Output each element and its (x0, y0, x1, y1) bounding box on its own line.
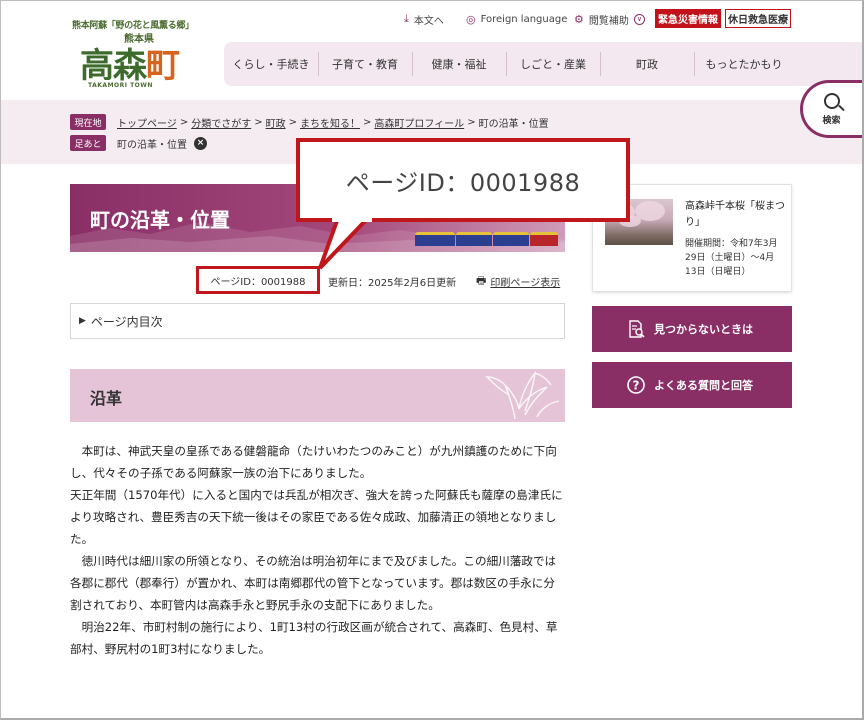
train-car (456, 232, 492, 246)
gear-icon: ⚙ (574, 12, 584, 26)
paragraph-1-text: 本町は、神武天皇の皇孫である健磐龍命（たけいわたつのみこと）が九州鎮護のために下… (70, 444, 557, 480)
triangle-right-icon: ▶ (79, 316, 86, 326)
close-icon[interactable]: × (194, 136, 207, 150)
paragraph-2: 天正年間（1570年代）に入ると国内では兵乱が相次ぎ、強大を誇った阿蘇氏も薩摩の… (70, 488, 563, 546)
not-found-button[interactable]: 見つからないときは (592, 306, 792, 352)
breadcrumb: トップページ > 分類でさがす > 町政 > まちを知る！ > 高森町プロフィール > 町… (117, 114, 549, 130)
breadcrumb-separator: > (288, 116, 297, 128)
not-found-label: 見つからないときは (654, 323, 753, 336)
footprint-item[interactable]: 町の沿革・位置 (117, 136, 187, 151)
section-heading-text: 沿革 (90, 389, 123, 408)
callout-pointer (318, 216, 372, 270)
gnav-item-shigoto[interactable]: しごと・産業 (506, 42, 600, 86)
gnav-item-kurashi[interactable]: くらし・手続き (224, 42, 318, 86)
breadcrumb-item-chosei[interactable]: 町政 (266, 115, 286, 130)
breadcrumb-item-machi[interactable]: まちを知る！ (300, 115, 360, 130)
page-id-callout: ページID：0001988 (296, 138, 630, 222)
global-nav: くらし・手続き 子育て・教育 健康・福祉 しごと・産業 町政 もっとたかもり (224, 42, 864, 86)
current-location-tag: 現在地 (70, 114, 106, 130)
search-icon (823, 92, 840, 109)
document-search-icon (629, 320, 645, 338)
page-title: 町の沿革・位置 (90, 208, 230, 232)
globe-icon: ◎ (466, 12, 476, 26)
chevron-down-icon: ∨ (633, 13, 645, 25)
question-icon: ? (627, 376, 645, 394)
train-illustration (415, 232, 565, 248)
page-toc-label: ページ内目次 (90, 314, 163, 329)
logo-romaji: TAKAMORI TOWN (88, 82, 153, 89)
train-car (415, 232, 455, 246)
gnav-item-motto[interactable]: もっとたかもり (694, 42, 794, 86)
breadcrumb-separator: > (254, 116, 263, 128)
printer-icon: 🖶 (476, 273, 487, 287)
print-page-label: 印刷ページ表示 (490, 277, 561, 289)
logo-name-part2: 町 (146, 46, 180, 86)
foreign-language-label: Foreign language (480, 13, 568, 25)
gnav-item-kenko[interactable]: 健康・福祉 (412, 42, 506, 86)
faq-label: よくある質問と回答 (654, 379, 753, 392)
updated-date: 更新日：2025年2月6日更新 (328, 277, 457, 289)
logo-name-part1: 高森 (80, 46, 147, 86)
gnav-item-chosei[interactable]: 町政 (600, 42, 694, 86)
holiday-emergency-button[interactable]: 休日救急医療 (725, 9, 791, 28)
breadcrumb-item-category[interactable]: 分類でさがす (191, 115, 251, 130)
paragraph-3-text: 徳川時代は細川家の所領となり、その統治は明治初年にまで及びました。この細川藩政で… (70, 554, 557, 612)
paragraph-1: 本町は、神武天皇の皇孫である健磐龍命（たけいわたつのみこと）が九州鎮護のために下… (70, 440, 565, 484)
gnav-item-kosodate[interactable]: 子育て・教育 (318, 42, 412, 86)
page-id-highlighted: ページID：0001988 (196, 266, 320, 294)
paragraph-4-text: 明治22年、市町村制の施行により、1町13村の行政区画が統合されて、高森町、色見… (70, 620, 558, 656)
foreign-language-link[interactable]: ◎ Foreign language (466, 10, 567, 28)
page-toc-toggle[interactable]: ▶ ページ内目次 (70, 303, 565, 339)
footprint-history: 町の沿革・位置 × (117, 135, 207, 151)
event-title: 高森峠千本桜「桜まつり」 (685, 201, 785, 228)
paragraph-4: 明治22年、市町村制の施行により、1町13村の行政区画が統合されて、高森町、色見… (70, 616, 565, 660)
train-car (493, 232, 529, 246)
skip-to-content-label: 本文へ (413, 15, 444, 27)
breadcrumb-separator: > (179, 116, 189, 128)
article-body: 本町は、神武天皇の皇孫である健磐龍命（たけいわたつのみこと）が九州鎮護のために下… (70, 440, 565, 660)
lily-icon (485, 370, 560, 420)
search-label: 検索 (822, 115, 841, 126)
search-button[interactable]: 検索 (800, 80, 864, 138)
faq-button[interactable]: ? よくある質問と回答 (592, 362, 792, 408)
event-date: 開催期間：令和7年3月29日（土曜日）～4月13日（日曜日） (685, 239, 778, 277)
paragraph-3: 徳川時代は細川家の所領となり、その統治は明治初年にまで及びました。この細川藩政で… (70, 550, 565, 616)
download-arrow-icon: ⤓ (404, 12, 409, 25)
svg-text:?: ? (633, 379, 640, 393)
section-heading: 沿革 (70, 369, 565, 422)
breadcrumb-current: 町の沿革・位置 (478, 118, 549, 130)
breadcrumb-item-top[interactable]: トップページ (117, 115, 177, 130)
site-logo[interactable]: 熊本阿蘇「野の花と風薫る郷」 熊本県 高森町 TAKAMORI TOWN (70, 14, 210, 94)
skip-to-content-link[interactable]: ⤓ 本文へ (404, 10, 444, 28)
train-car (530, 232, 558, 246)
print-page-link[interactable]: 🖶 印刷ページ表示 (476, 268, 560, 294)
breadcrumb-separator: > (362, 116, 372, 128)
footprint-tag: 足あと (70, 135, 106, 151)
emergency-info-button[interactable]: 緊急災害情報 (655, 9, 721, 28)
accessibility-menu[interactable]: ⚙ 閲覧補助 ∨ (574, 10, 645, 28)
accessibility-label: 閲覧補助 (588, 15, 629, 27)
breadcrumb-item-profile[interactable]: 高森町プロフィール (374, 115, 464, 130)
breadcrumb-separator: > (467, 116, 476, 128)
logo-name: 高森町 (80, 38, 180, 87)
